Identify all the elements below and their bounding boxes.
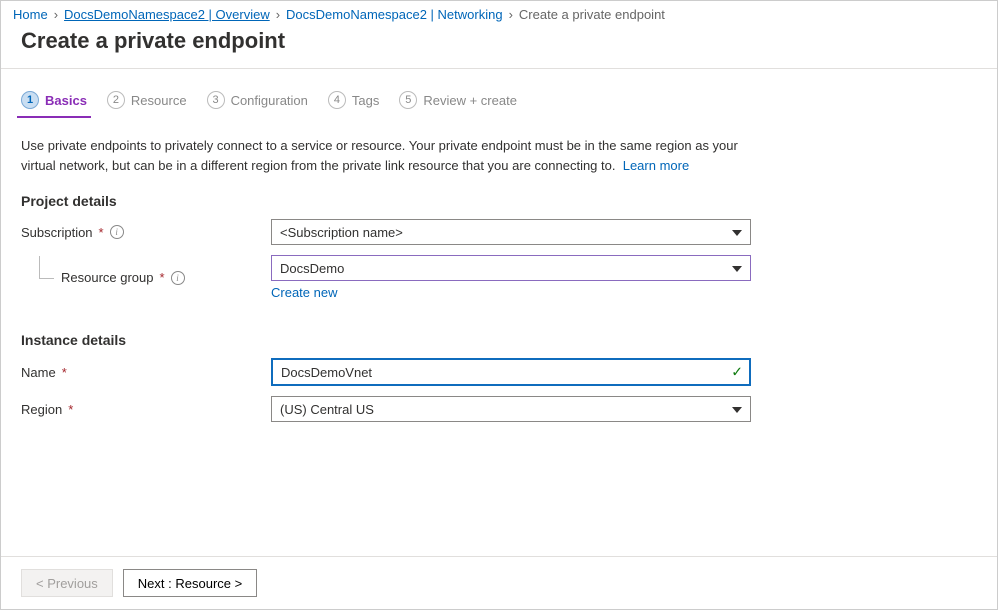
breadcrumb-current: Create a private endpoint [519, 7, 665, 22]
tab-label: Basics [45, 93, 87, 108]
resource-group-value: DocsDemo [280, 261, 344, 276]
required-asterisk: * [68, 402, 73, 417]
page-title: Create a private endpoint [1, 22, 997, 68]
tab-step-number: 2 [107, 91, 125, 109]
region-select[interactable]: (US) Central US [271, 396, 751, 422]
create-new-link[interactable]: Create new [271, 285, 337, 300]
subscription-select[interactable]: <Subscription name> [271, 219, 751, 245]
tab-configuration[interactable]: 3 Configuration [207, 87, 308, 117]
tab-review-create[interactable]: 5 Review + create [399, 87, 517, 117]
chevron-right-icon: › [54, 7, 58, 22]
wizard-tabs: 1 Basics 2 Resource 3 Configuration 4 Ta… [21, 83, 977, 118]
label-subscription: Subscription [21, 225, 93, 240]
breadcrumb-home[interactable]: Home [13, 7, 48, 22]
previous-button: < Previous [21, 569, 113, 597]
tab-label: Resource [131, 93, 187, 108]
tab-step-number: 3 [207, 91, 225, 109]
breadcrumb-networking[interactable]: DocsDemoNamespace2 | Networking [286, 7, 503, 22]
footer: < Previous Next : Resource > [1, 556, 997, 609]
info-icon[interactable]: i [171, 271, 185, 285]
chevron-right-icon: › [276, 7, 280, 22]
tab-step-number: 4 [328, 91, 346, 109]
label-name: Name [21, 365, 56, 380]
tab-basics[interactable]: 1 Basics [21, 87, 87, 117]
tab-label: Tags [352, 93, 379, 108]
label-region: Region [21, 402, 62, 417]
tab-tags[interactable]: 4 Tags [328, 87, 379, 117]
tab-resource[interactable]: 2 Resource [107, 87, 187, 117]
next-button[interactable]: Next : Resource > [123, 569, 257, 597]
tab-step-number: 5 [399, 91, 417, 109]
info-icon[interactable]: i [110, 225, 124, 239]
intro-text: Use private endpoints to privately conne… [21, 136, 741, 175]
tab-step-number: 1 [21, 91, 39, 109]
breadcrumb-overview[interactable]: DocsDemoNamespace2 | Overview [64, 7, 270, 22]
label-resource-group: Resource group [61, 270, 154, 285]
breadcrumb: Home › DocsDemoNamespace2 | Overview › D… [1, 1, 997, 22]
name-input-wrapper [271, 358, 751, 386]
chevron-right-icon: › [509, 7, 513, 22]
subscription-value: <Subscription name> [280, 225, 403, 240]
tab-label: Configuration [231, 93, 308, 108]
required-asterisk: * [99, 225, 104, 240]
region-value: (US) Central US [280, 402, 374, 417]
learn-more-link[interactable]: Learn more [623, 158, 689, 173]
tab-label: Review + create [423, 93, 517, 108]
required-asterisk: * [160, 270, 165, 285]
name-input[interactable] [281, 365, 721, 380]
section-instance-details: Instance details [21, 332, 977, 348]
section-project-details: Project details [21, 193, 977, 209]
required-asterisk: * [62, 365, 67, 380]
resource-group-select[interactable]: DocsDemo [271, 255, 751, 281]
